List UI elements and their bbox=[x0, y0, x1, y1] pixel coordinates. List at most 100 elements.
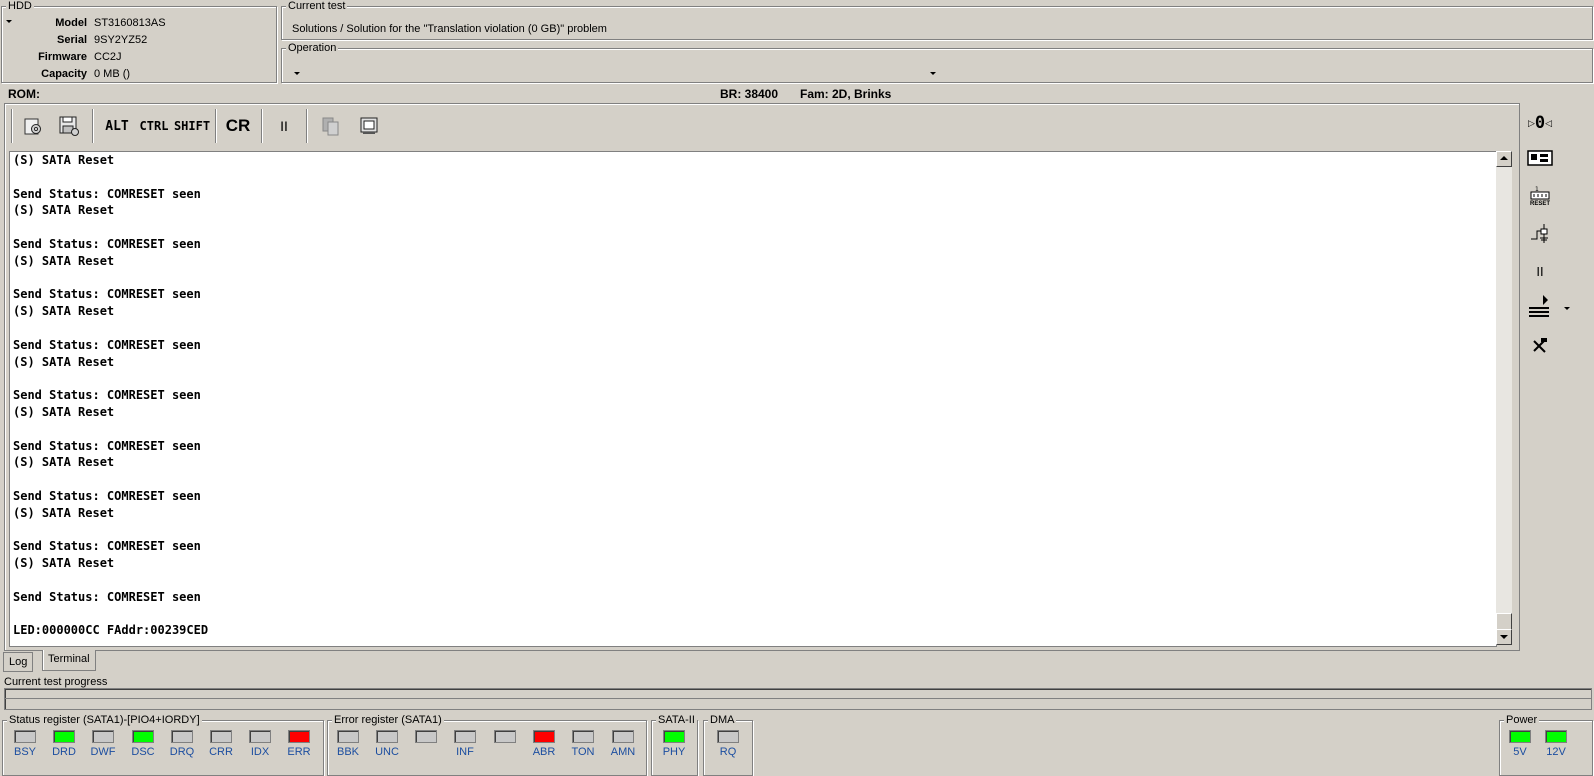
led-dsc-label: DSC bbox=[131, 746, 155, 758]
operation-select[interactable] bbox=[290, 65, 940, 79]
led-bbk-indicator bbox=[337, 730, 359, 743]
shift-key-label: SHIFT bbox=[173, 119, 211, 133]
led-unc-indicator bbox=[376, 730, 398, 743]
dma-group: DMA RQ bbox=[703, 714, 753, 776]
power-toggle-button[interactable]: ▷ 0 ◁ bbox=[1526, 112, 1554, 134]
led-5v-label: 5V bbox=[1513, 746, 1527, 758]
ground-signal-button[interactable] bbox=[1526, 220, 1554, 246]
terminal-line: Send Status: COMRESET seen bbox=[13, 337, 201, 352]
ctrl-key-label: CTRL bbox=[139, 119, 169, 133]
terminal-screen-button[interactable] bbox=[356, 112, 382, 140]
terminal-line: (S) SATA Reset bbox=[13, 304, 115, 319]
toolbar-grip bbox=[11, 109, 12, 143]
power-left-arrow-icon: ▷ bbox=[1527, 117, 1535, 128]
alt-key-button[interactable]: ALT bbox=[100, 114, 134, 138]
led-amn: AMN bbox=[605, 730, 641, 758]
hdd-group: HDD Model ST3160813AS Serial 9SY2YZ52 Fi… bbox=[1, 0, 277, 83]
led-crr-indicator bbox=[210, 730, 232, 743]
hdd-group-title: HDD bbox=[6, 0, 34, 12]
copy-button[interactable] bbox=[318, 112, 344, 140]
current-test-value: Solutions / Solution for the "Translatio… bbox=[292, 23, 607, 35]
carriage-return-button[interactable]: CR bbox=[224, 113, 252, 139]
led-inf-indicator bbox=[454, 730, 476, 743]
dma-title: DMA bbox=[708, 714, 737, 726]
scroll-down-icon bbox=[1500, 635, 1508, 639]
led-err-label: ERR bbox=[287, 746, 311, 758]
led-rq: RQ bbox=[710, 730, 746, 758]
right-pause-icon: II bbox=[1536, 263, 1544, 279]
scroll-up-button[interactable] bbox=[1496, 151, 1512, 167]
led-blank-2-indicator bbox=[494, 730, 516, 743]
pause-button[interactable]: II bbox=[272, 114, 296, 138]
terminal-scrollbar[interactable] bbox=[1496, 151, 1512, 645]
play-dropdown-arrow-icon[interactable] bbox=[1564, 307, 1570, 310]
shift-key-button[interactable]: SHIFT bbox=[174, 114, 210, 138]
hdd-model-label: Model bbox=[55, 17, 87, 29]
terminal-line: (S) SATA Reset bbox=[13, 505, 115, 520]
reset-button[interactable]: 1 RESET bbox=[1526, 182, 1554, 210]
ctrl-key-button[interactable]: CTRL bbox=[136, 114, 172, 138]
operation-dropdown-arrow-icon[interactable] bbox=[930, 72, 936, 75]
reset-label: RESET bbox=[1529, 201, 1550, 207]
terminal-line: Send Status: COMRESET seen bbox=[13, 236, 201, 251]
play-sequence-button[interactable] bbox=[1526, 292, 1570, 322]
right-pause-button[interactable]: II bbox=[1526, 262, 1554, 280]
led-phy: PHY bbox=[656, 730, 692, 758]
hdd-serial-row: Serial 9SY2YZ52 bbox=[2, 34, 272, 50]
save-disk-button[interactable] bbox=[56, 112, 82, 140]
led-idx-label: IDX bbox=[250, 746, 270, 758]
progress-bar-divider bbox=[5, 698, 1591, 699]
sata2-title: SATA-II bbox=[656, 714, 697, 726]
terminal-line: Send Status: COMRESET seen bbox=[13, 438, 201, 453]
led-err: ERR bbox=[281, 730, 317, 758]
terminal-line: Send Status: COMRESET seen bbox=[13, 186, 201, 201]
led-abr: ABR bbox=[526, 730, 562, 758]
led-dwf-label: DWF bbox=[90, 746, 116, 758]
toolbar-separator bbox=[306, 109, 307, 143]
led-ton-label: TON bbox=[571, 746, 595, 758]
error-register-group: Error register (SATA1) BBK UNC INF ABR T… bbox=[327, 714, 647, 776]
led-crr-label: CRR bbox=[209, 746, 233, 758]
terminal-output[interactable]: (S) SATA Reset Send Status: COMRESET seen… bbox=[9, 151, 1497, 647]
sata2-group: SATA-II PHY bbox=[651, 714, 698, 776]
led-abr-indicator bbox=[533, 730, 555, 743]
progress-label: Current test progress bbox=[4, 676, 108, 688]
scroll-down-button[interactable] bbox=[1496, 629, 1512, 645]
led-drd-label: DRD bbox=[52, 746, 76, 758]
terminal-line: LED:000000CC FAddr:00239CED bbox=[13, 623, 209, 638]
led-inf: INF bbox=[447, 730, 483, 758]
floppy-disk-icon bbox=[59, 116, 79, 136]
tools-icon bbox=[1533, 338, 1547, 353]
settings-disk-button[interactable] bbox=[20, 112, 46, 140]
led-drq-indicator bbox=[171, 730, 193, 743]
tab-terminal[interactable]: Terminal bbox=[42, 650, 96, 671]
led-drq: DRQ bbox=[164, 730, 200, 758]
hdd-firmware-row: Firmware CC2J bbox=[2, 51, 272, 67]
tab-log[interactable]: Log bbox=[3, 652, 34, 672]
led-12v-label: 12V bbox=[1546, 746, 1566, 758]
status-register-group: Status register (SATA1)-[PIO4+IORDY] BSY… bbox=[2, 714, 324, 776]
hdd-capacity-value: 0 MB () bbox=[94, 68, 131, 80]
led-bsy: BSY bbox=[7, 730, 43, 758]
led-12v-indicator bbox=[1545, 730, 1567, 743]
terminal-line: Send Status: COMRESET seen bbox=[13, 388, 201, 403]
tools-button[interactable] bbox=[1526, 334, 1554, 356]
led-ton: TON bbox=[565, 730, 601, 758]
terminal-line: Send Status: COMRESET seen bbox=[13, 287, 201, 302]
led-amn-indicator bbox=[612, 730, 634, 743]
rom-status-bar: ROM: BR: 38400 Fam: 2D, Brinks bbox=[0, 86, 1594, 102]
led-5v-indicator bbox=[1509, 730, 1531, 743]
copy-icon bbox=[322, 117, 339, 136]
board-button[interactable] bbox=[1526, 146, 1554, 170]
baud-rate: BR: 38400 bbox=[720, 87, 779, 101]
carriage-return-label: CR bbox=[225, 116, 251, 135]
toolbar-separator bbox=[215, 109, 216, 143]
operation-left-arrow-icon[interactable] bbox=[294, 72, 300, 75]
